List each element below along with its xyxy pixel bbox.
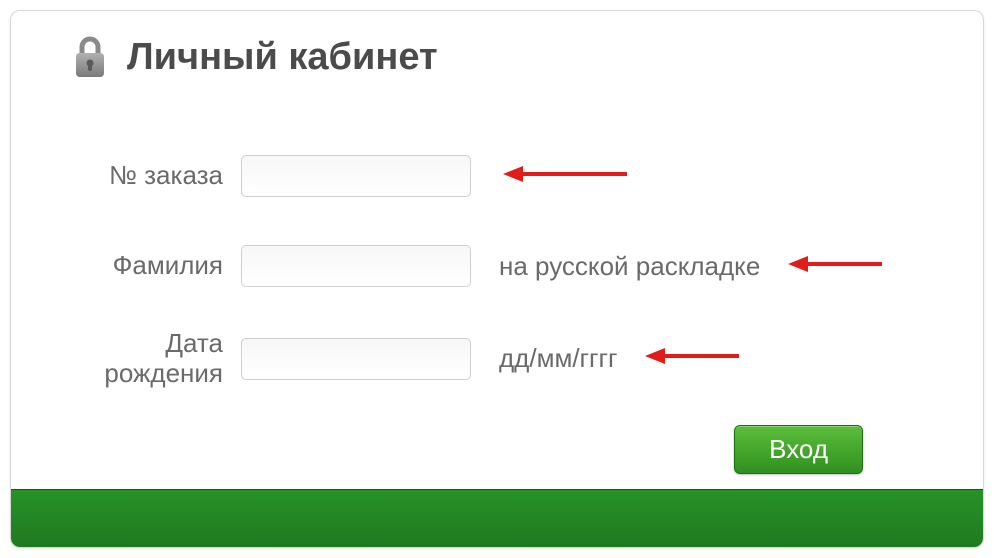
login-panel: Личный кабинет № заказа Фамилия на русск… [10, 10, 984, 548]
page-title: Личный кабинет [127, 36, 438, 79]
row-surname: Фамилия на русской раскладке [71, 239, 923, 293]
row-order: № заказа [71, 149, 923, 203]
surname-hint: на русской раскладке [499, 251, 760, 282]
row-birthdate: Дата рождения дд/мм/гггг [71, 329, 923, 389]
order-label: № заказа [71, 161, 241, 191]
birthdate-label: Дата рождения [71, 329, 241, 389]
arrow-icon [784, 253, 884, 280]
button-row: Вход [71, 425, 923, 474]
birthdate-input[interactable] [241, 338, 471, 380]
panel-header: Личный кабинет [11, 11, 983, 79]
order-input[interactable] [241, 155, 471, 197]
surname-label: Фамилия [71, 251, 241, 281]
login-form: № заказа Фамилия на русской раскладке [11, 79, 983, 474]
arrow-icon [499, 163, 629, 190]
login-button[interactable]: Вход [734, 425, 863, 474]
lock-icon [71, 35, 109, 79]
surname-input[interactable] [241, 245, 471, 287]
arrow-icon [641, 345, 741, 372]
birthdate-hint: дд/мм/гггг [499, 343, 617, 374]
footer-bar [11, 489, 983, 547]
